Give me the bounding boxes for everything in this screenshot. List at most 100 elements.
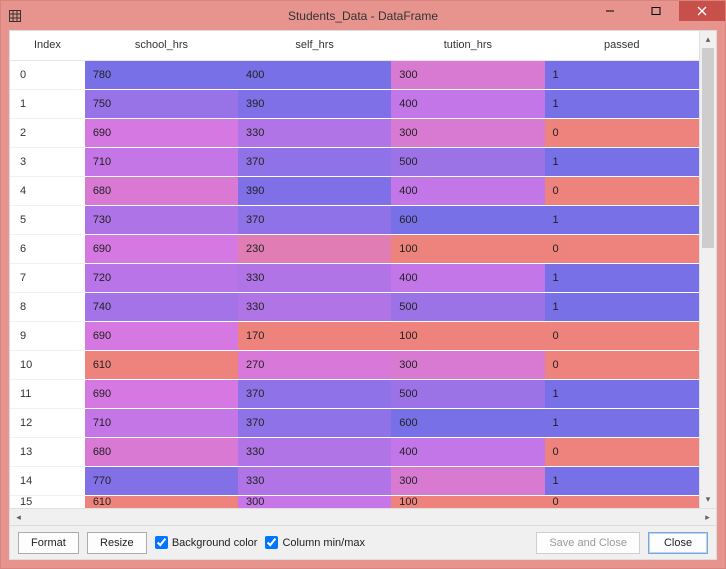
data-cell[interactable]: 500 — [391, 379, 544, 408]
index-cell[interactable]: 10 — [10, 350, 85, 379]
close-button[interactable]: Close — [648, 532, 708, 554]
data-cell[interactable]: 300 — [391, 350, 544, 379]
scroll-left-icon[interactable]: ◂ — [10, 509, 27, 525]
close-window-button[interactable] — [679, 1, 725, 21]
col-header-index[interactable]: Index — [10, 31, 85, 60]
save-and-close-button[interactable]: Save and Close — [536, 532, 640, 554]
scroll-down-icon[interactable]: ▾ — [700, 491, 716, 508]
data-cell[interactable]: 400 — [238, 60, 391, 89]
index-cell[interactable]: 1 — [10, 89, 85, 118]
table-row[interactable]: 106102703000 — [10, 350, 699, 379]
data-cell[interactable]: 370 — [238, 408, 391, 437]
data-cell[interactable]: 330 — [238, 437, 391, 466]
data-cell[interactable]: 690 — [85, 234, 238, 263]
table-row[interactable]: 46803904000 — [10, 176, 699, 205]
data-cell[interactable]: 370 — [238, 147, 391, 176]
table-row[interactable]: 116903705001 — [10, 379, 699, 408]
minimize-button[interactable] — [587, 1, 633, 21]
data-cell[interactable]: 100 — [391, 495, 544, 508]
data-cell[interactable]: 370 — [238, 379, 391, 408]
data-cell[interactable]: 500 — [391, 147, 544, 176]
data-cell[interactable]: 500 — [391, 292, 544, 321]
bg-color-check[interactable] — [155, 536, 168, 549]
data-cell[interactable]: 750 — [85, 89, 238, 118]
data-cell[interactable]: 170 — [238, 321, 391, 350]
index-cell[interactable]: 4 — [10, 176, 85, 205]
scroll-right-icon[interactable]: ▸ — [699, 509, 716, 525]
data-cell[interactable]: 690 — [85, 118, 238, 147]
index-cell[interactable]: 13 — [10, 437, 85, 466]
table-row[interactable]: 37103705001 — [10, 147, 699, 176]
data-cell[interactable]: 390 — [238, 176, 391, 205]
data-cell[interactable]: 300 — [238, 495, 391, 508]
index-cell[interactable]: 11 — [10, 379, 85, 408]
table-row[interactable]: 66902301000 — [10, 234, 699, 263]
titlebar[interactable]: Students_Data - DataFrame — [1, 1, 725, 30]
col-header-passed[interactable]: passed — [545, 31, 699, 60]
table-row[interactable]: 156103001000 — [10, 495, 699, 508]
resize-button[interactable]: Resize — [87, 532, 147, 554]
data-cell[interactable]: 690 — [85, 321, 238, 350]
col-header-school_hrs[interactable]: school_hrs — [85, 31, 238, 60]
background-color-checkbox[interactable]: Background color — [155, 536, 258, 549]
data-cell[interactable]: 600 — [391, 408, 544, 437]
data-cell[interactable]: 730 — [85, 205, 238, 234]
data-cell[interactable]: 100 — [391, 321, 544, 350]
data-cell[interactable]: 330 — [238, 466, 391, 495]
scroll-track[interactable] — [700, 48, 716, 491]
vertical-scrollbar[interactable]: ▴ ▾ — [699, 31, 716, 508]
data-cell[interactable]: 1 — [545, 147, 699, 176]
data-cell[interactable]: 610 — [85, 350, 238, 379]
data-cell[interactable]: 330 — [238, 292, 391, 321]
data-cell[interactable]: 0 — [545, 495, 699, 508]
index-cell[interactable]: 3 — [10, 147, 85, 176]
col-header-self_hrs[interactable]: self_hrs — [238, 31, 391, 60]
data-cell[interactable]: 680 — [85, 176, 238, 205]
data-cell[interactable]: 270 — [238, 350, 391, 379]
data-cell[interactable]: 330 — [238, 118, 391, 147]
hscroll-track[interactable] — [27, 509, 699, 525]
data-cell[interactable]: 1 — [545, 408, 699, 437]
data-cell[interactable]: 230 — [238, 234, 391, 263]
maximize-button[interactable] — [633, 1, 679, 21]
data-cell[interactable]: 690 — [85, 379, 238, 408]
index-cell[interactable]: 12 — [10, 408, 85, 437]
data-cell[interactable]: 330 — [238, 263, 391, 292]
data-cell[interactable]: 300 — [391, 118, 544, 147]
index-cell[interactable]: 0 — [10, 60, 85, 89]
data-cell[interactable]: 780 — [85, 60, 238, 89]
data-cell[interactable]: 400 — [391, 176, 544, 205]
index-cell[interactable]: 2 — [10, 118, 85, 147]
table-row[interactable]: 77203304001 — [10, 263, 699, 292]
data-cell[interactable]: 710 — [85, 147, 238, 176]
data-cell[interactable]: 1 — [545, 379, 699, 408]
index-cell[interactable]: 5 — [10, 205, 85, 234]
data-cell[interactable]: 600 — [391, 205, 544, 234]
index-cell[interactable]: 6 — [10, 234, 85, 263]
col-header-tution_hrs[interactable]: tution_hrs — [391, 31, 544, 60]
index-cell[interactable]: 15 — [10, 495, 85, 508]
data-cell[interactable]: 740 — [85, 292, 238, 321]
index-cell[interactable]: 8 — [10, 292, 85, 321]
data-cell[interactable]: 0 — [545, 176, 699, 205]
data-cell[interactable]: 1 — [545, 292, 699, 321]
data-cell[interactable]: 1 — [545, 89, 699, 118]
data-cell[interactable]: 390 — [238, 89, 391, 118]
data-cell[interactable]: 0 — [545, 118, 699, 147]
data-cell[interactable]: 710 — [85, 408, 238, 437]
minmax-check[interactable] — [265, 536, 278, 549]
data-cell[interactable]: 400 — [391, 89, 544, 118]
data-cell[interactable]: 1 — [545, 263, 699, 292]
data-cell[interactable]: 370 — [238, 205, 391, 234]
data-cell[interactable]: 1 — [545, 60, 699, 89]
data-cell[interactable]: 300 — [391, 60, 544, 89]
table-row[interactable]: 96901701000 — [10, 321, 699, 350]
column-minmax-checkbox[interactable]: Column min/max — [265, 536, 365, 549]
table-row[interactable]: 17503904001 — [10, 89, 699, 118]
header-row[interactable]: Index school_hrs self_hrs tution_hrs pas… — [10, 31, 699, 60]
data-cell[interactable]: 1 — [545, 466, 699, 495]
data-cell[interactable]: 0 — [545, 321, 699, 350]
table-row[interactable]: 127103706001 — [10, 408, 699, 437]
index-cell[interactable]: 14 — [10, 466, 85, 495]
table-row[interactable]: 07804003001 — [10, 60, 699, 89]
